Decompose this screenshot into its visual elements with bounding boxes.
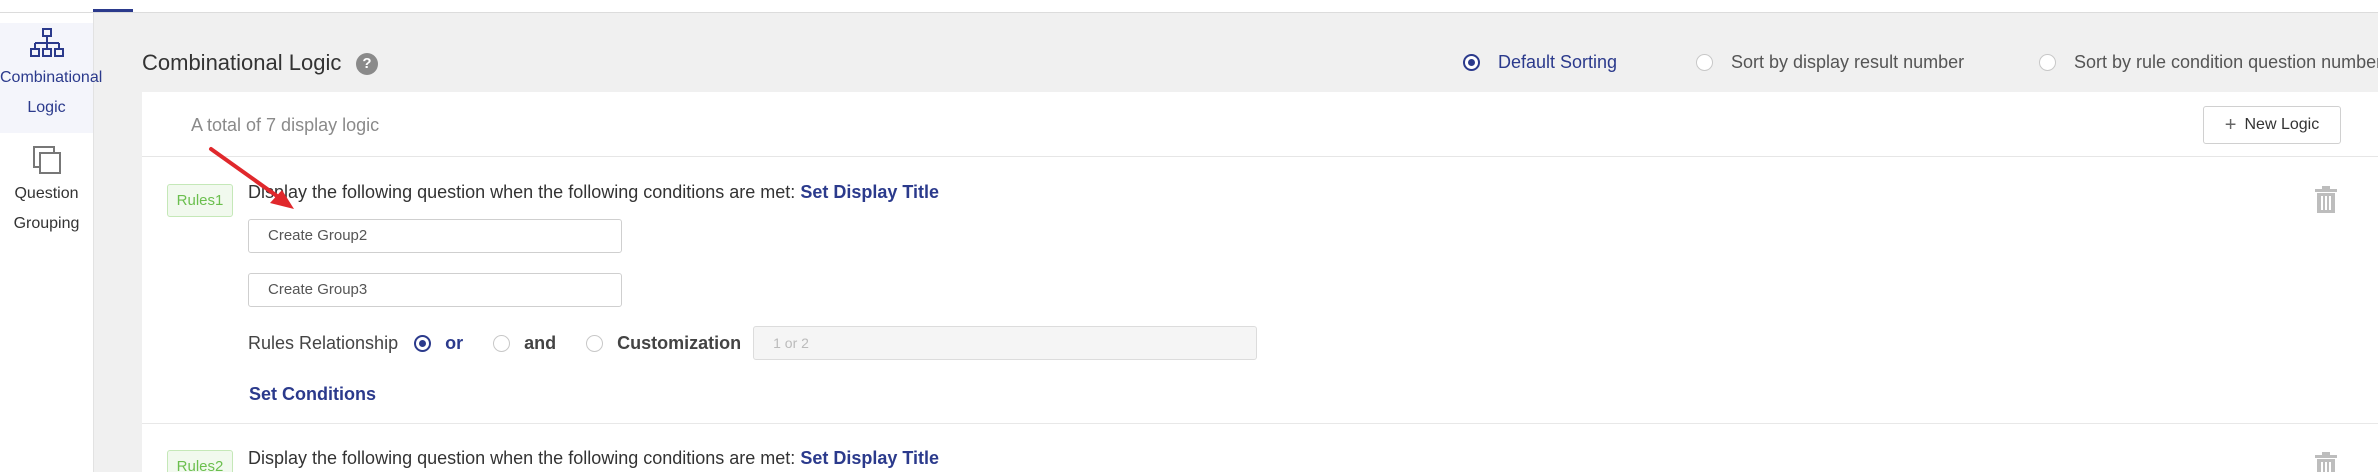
trash-icon[interactable] [2314,186,2338,214]
sidebar-item-label: Combinational [0,69,103,86]
relationship-option-label: or [445,332,464,353]
top-bar [0,0,2378,13]
radio-unchecked-icon [1696,54,1713,71]
group-box[interactable]: Create Group2 [248,219,622,253]
trash-icon[interactable] [2314,452,2338,472]
sidebar-item-combinational-logic[interactable]: Combinational Logic [0,23,103,133]
radio-checked-icon [1463,54,1480,71]
customization-input[interactable]: 1 or 2 [753,326,1258,360]
page-title: Combinational Logic [142,50,342,75]
rule-description-text: Display the following question when the … [248,448,796,468]
panel-header: A total of 7 display logic + New Logic [142,92,2378,157]
radio-unchecked-icon [586,334,604,352]
stack-icon [32,146,61,174]
relationship-and-option[interactable]: and [493,333,556,354]
radio-checked-icon [414,334,432,352]
set-conditions-link[interactable]: Set Conditions [249,384,376,405]
radio-unchecked-icon [493,334,511,352]
radio-unchecked-icon [2039,54,2056,71]
relationship-customization-option[interactable]: Customization [586,333,741,354]
sort-option-label: Sort by rule condition question number [2074,52,2378,72]
sort-by-result-number[interactable]: Sort by display result number [1696,52,1964,73]
rules-relationship-row: Rules Relationship or and Customization … [248,326,1258,360]
new-logic-label: New Logic [2244,116,2320,133]
set-display-title-link[interactable]: Set Display Title [800,448,939,468]
relationship-option-label: and [524,332,557,353]
sidebar: Combinational Logic Question Grouping [0,13,103,472]
rule-description: Display the following question when the … [248,182,939,203]
org-chart-icon [29,28,64,57]
new-logic-button[interactable]: + New Logic [2203,106,2341,144]
logic-panel: A total of 7 display logic + New Logic R… [142,92,2378,472]
rules-relationship-label: Rules Relationship [248,332,399,353]
help-icon[interactable]: ? [356,53,378,75]
group-box[interactable]: Create Group3 [248,273,622,307]
total-count-text: A total of 7 display logic [191,115,380,135]
sidebar-item-label: Grouping [13,215,80,232]
rule-description-text: Display the following question when the … [248,182,796,202]
rule-tag: Rules2 [167,450,233,472]
sort-option-label: Default Sorting [1498,52,1618,72]
relationship-or-option[interactable]: or [414,333,463,354]
rule-tag: Rules1 [167,184,233,217]
rule-description: Display the following question when the … [248,448,939,469]
sort-by-condition-number[interactable]: Sort by rule condition question number [2039,52,2378,73]
rule-block-1: Rules1 Display the following question wh… [142,158,2378,415]
sort-option-label: Sort by display result number [1731,52,1965,72]
rule-block-2: Rules2 Display the following question wh… [142,424,2378,472]
sort-default[interactable]: Default Sorting [1463,52,1617,73]
sidebar-item-question-grouping[interactable]: Question Grouping [0,141,93,251]
active-tab-indicator [93,9,133,12]
sidebar-item-label: Question [14,185,79,202]
sidebar-item-label: Logic [27,99,66,116]
plus-icon: + [2224,113,2237,136]
relationship-option-label: Customization [617,332,742,353]
set-display-title-link[interactable]: Set Display Title [800,182,939,202]
